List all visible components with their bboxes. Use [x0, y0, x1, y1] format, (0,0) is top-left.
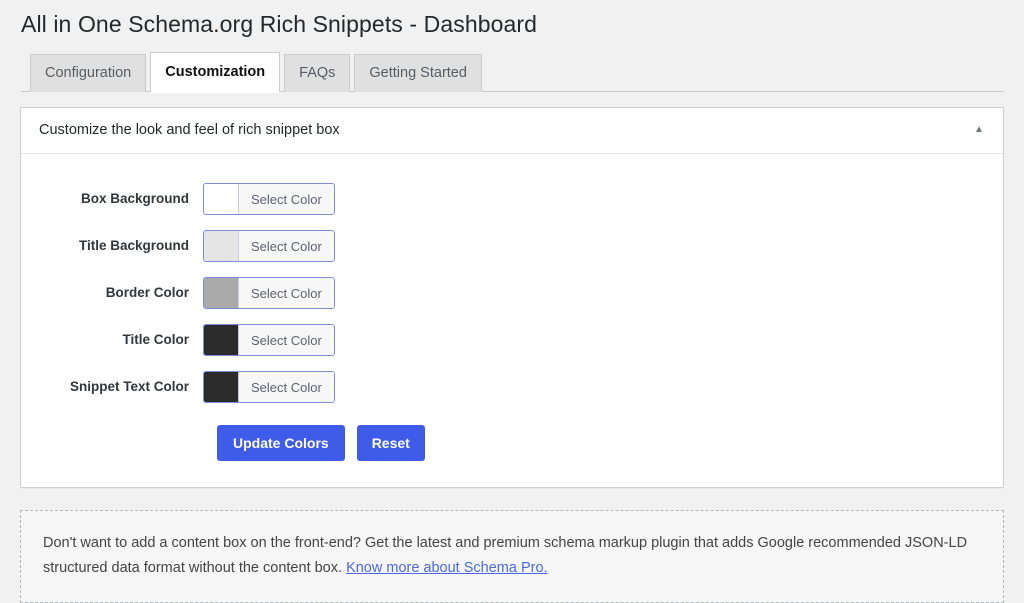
panel-title: Customize the look and feel of rich snip… [39, 122, 340, 138]
panel-body: Box Background Select Color Title Backgr… [21, 154, 1003, 487]
color-picker-box-background[interactable]: Select Color [203, 183, 335, 215]
color-picker-border-color[interactable]: Select Color [203, 277, 335, 309]
color-swatch[interactable] [204, 231, 239, 261]
tab-bar: Configuration Customization FAQs Getting… [21, 54, 1004, 92]
reset-button[interactable]: Reset [357, 425, 425, 461]
select-color-button[interactable]: Select Color [239, 184, 334, 214]
tab-getting-started[interactable]: Getting Started [354, 54, 482, 92]
color-label: Snippet Text Color [21, 379, 203, 395]
panel-header[interactable]: Customize the look and feel of rich snip… [21, 108, 1003, 154]
color-swatch[interactable] [204, 325, 239, 355]
color-row-snippet-text-color: Snippet Text Color Select Color [21, 364, 1003, 411]
color-label: Border Color [21, 285, 203, 301]
color-row-title-background: Title Background Select Color [21, 223, 1003, 270]
color-picker-snippet-text-color[interactable]: Select Color [203, 371, 335, 403]
color-row-box-background: Box Background Select Color [21, 176, 1003, 223]
color-swatch[interactable] [204, 372, 239, 402]
schema-pro-link[interactable]: Know more about Schema Pro. [346, 560, 548, 576]
panel-actions: Update Colors Reset [21, 425, 1003, 461]
color-label: Title Color [21, 332, 203, 348]
select-color-button[interactable]: Select Color [239, 231, 334, 261]
color-picker-title-color[interactable]: Select Color [203, 324, 335, 356]
tab-customization[interactable]: Customization [150, 52, 280, 92]
color-row-border-color: Border Color Select Color [21, 270, 1003, 317]
tab-configuration[interactable]: Configuration [30, 54, 146, 92]
schema-pro-notice: Don't want to add a content box on the f… [20, 510, 1004, 603]
color-label: Box Background [21, 191, 203, 207]
color-swatch[interactable] [204, 184, 239, 214]
select-color-button[interactable]: Select Color [239, 278, 334, 308]
update-colors-button[interactable]: Update Colors [217, 425, 345, 461]
notice-paragraph: Don't want to add a content box on the f… [43, 531, 981, 582]
customization-panel: Customize the look and feel of rich snip… [20, 107, 1004, 488]
color-swatch[interactable] [204, 278, 239, 308]
page-title: All in One Schema.org Rich Snippets - Da… [20, 0, 1004, 44]
select-color-button[interactable]: Select Color [239, 325, 334, 355]
color-picker-title-background[interactable]: Select Color [203, 230, 335, 262]
color-label: Title Background [21, 238, 203, 254]
dashboard-page: All in One Schema.org Rich Snippets - Da… [0, 0, 1024, 600]
tab-faqs[interactable]: FAQs [284, 54, 350, 92]
select-color-button[interactable]: Select Color [239, 372, 334, 402]
color-row-title-color: Title Color Select Color [21, 317, 1003, 364]
triangle-up-icon[interactable]: ▲ [969, 120, 989, 140]
